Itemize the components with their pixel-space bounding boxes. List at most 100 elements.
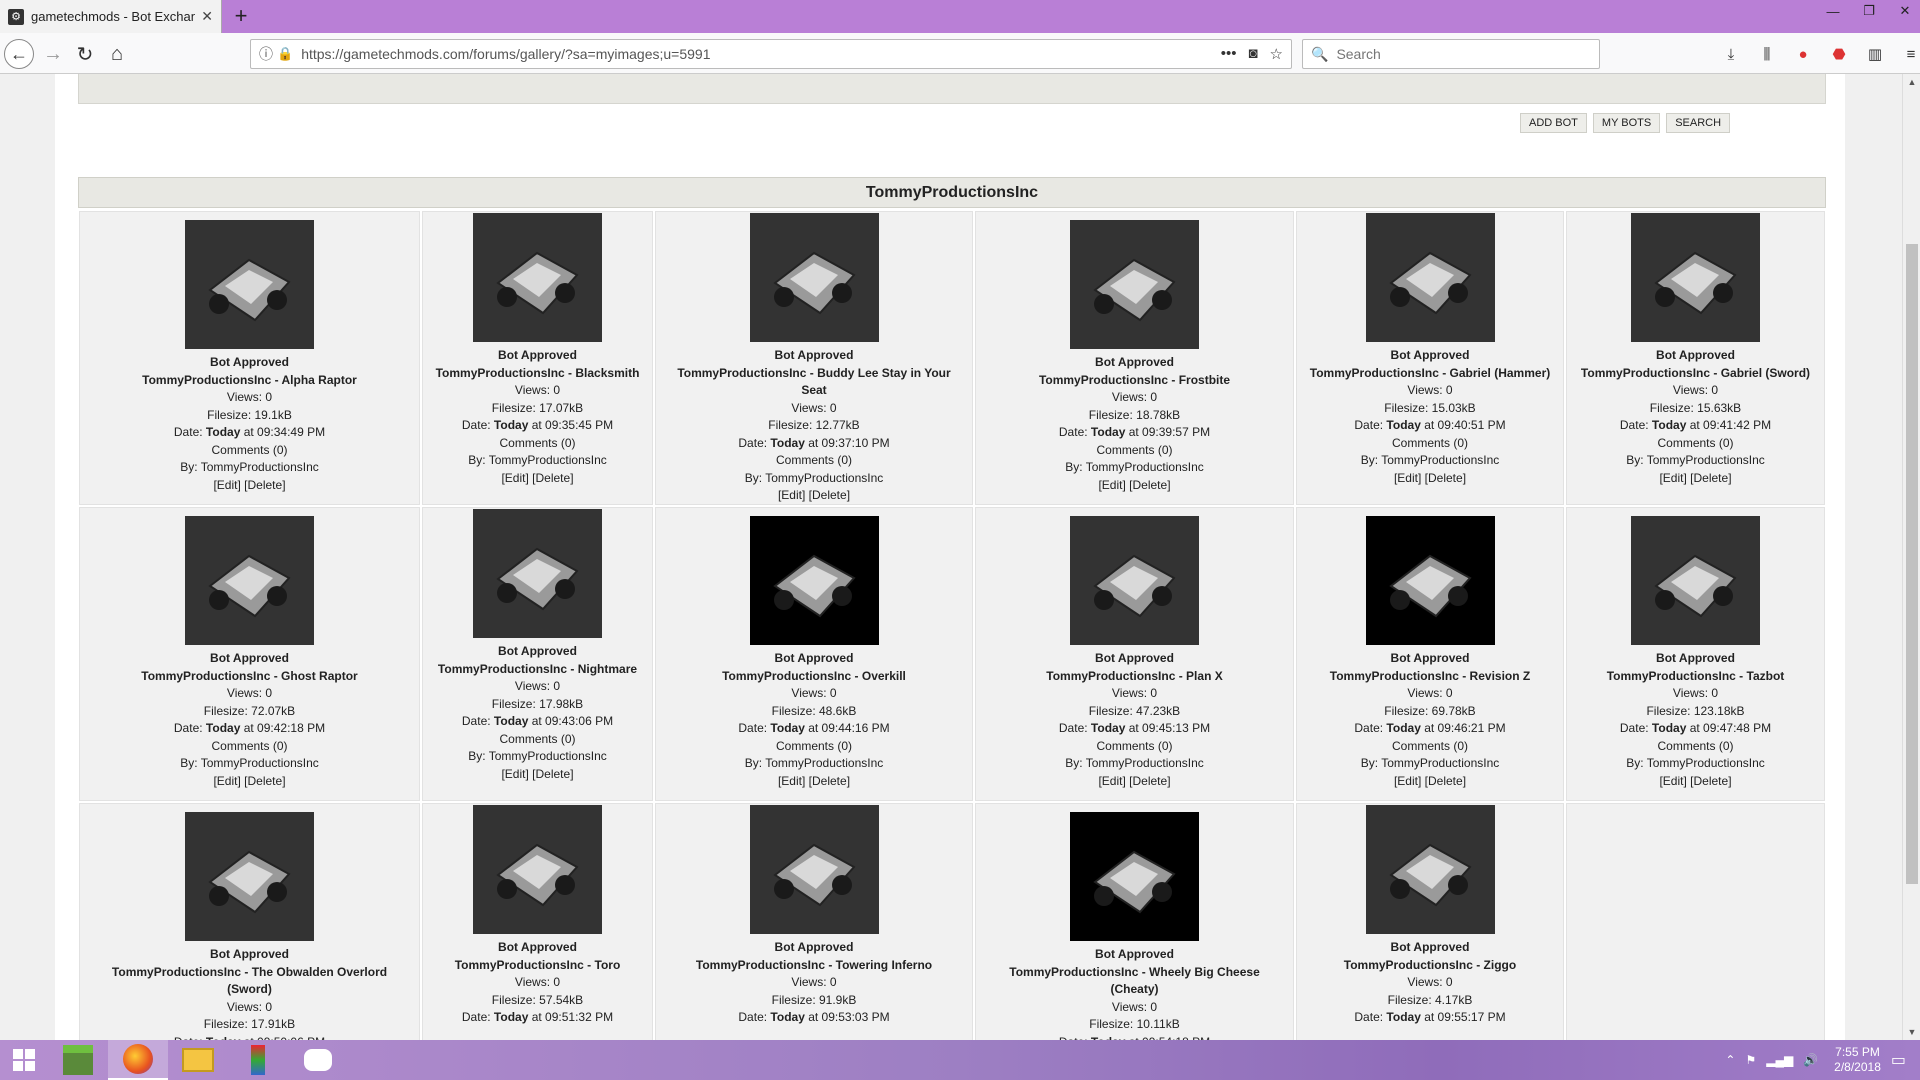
tray-flag-icon[interactable]: ⚑ [1745,1053,1756,1067]
taskbar-clock[interactable]: 7:55 PM 2/8/2018 [1834,1045,1881,1075]
bot-thumbnail-image[interactable] [473,213,602,342]
uploader[interactable]: By: TommyProductionsInc [1566,755,1825,773]
scrollbar-thumb[interactable] [1906,244,1918,884]
bot-thumbnail-image[interactable] [185,812,314,941]
close-tab-icon[interactable]: ✕ [201,8,213,25]
uploader[interactable]: By: TommyProductionsInc [655,755,973,773]
comments-link[interactable]: Comments (0) [655,452,973,470]
firefox-taskbar-icon[interactable] [108,1040,168,1080]
delete-link[interactable]: [Delete] [1425,774,1466,788]
uploader[interactable]: By: TommyProductionsInc [1296,452,1564,470]
delete-link[interactable]: [Delete] [532,471,573,485]
bot-thumbnail-image[interactable] [473,805,602,934]
minecraft-taskbar-icon[interactable] [48,1040,108,1080]
search-bar[interactable]: 🔍 [1302,39,1600,69]
bot-title-link[interactable]: TommyProductionsInc - Gabriel (Hammer) [1296,365,1564,383]
uploader[interactable]: By: TommyProductionsInc [79,755,420,773]
bot-thumbnail-image[interactable] [1631,213,1760,342]
extension-m-icon[interactable]: ● [1790,46,1816,63]
delete-link[interactable]: [Delete] [1129,478,1170,492]
search-button[interactable]: SEARCH [1666,113,1731,133]
comments-link[interactable]: Comments (0) [655,738,973,756]
edit-link[interactable]: [Edit] [778,488,805,502]
bot-thumbnail-image[interactable] [185,516,314,645]
edit-link[interactable]: [Edit] [1659,774,1686,788]
bot-thumbnail-image[interactable] [749,213,879,342]
forward-button[interactable]: → [38,39,68,69]
bot-thumbnail-image[interactable] [1631,516,1760,645]
page-scrollbar[interactable]: ▲ ▼ [1902,74,1920,1040]
bot-title-link[interactable]: TommyProductionsInc - Plan X [975,668,1294,686]
bot-thumbnail-image[interactable] [749,516,879,645]
bot-title-link[interactable]: TommyProductionsInc - Wheely Big Cheese … [975,964,1294,999]
add-bot-button[interactable]: ADD BOT [1520,113,1587,133]
notifications-icon[interactable]: ▭ [1891,1050,1906,1070]
comments-link[interactable]: Comments (0) [79,738,420,756]
menu-icon[interactable]: ≡ [1898,46,1920,63]
close-window-button[interactable]: ✕ [1882,0,1920,22]
bot-thumbnail-image[interactable] [473,509,602,638]
url-text[interactable]: https://gametechmods.com/forums/gallery/… [301,46,1221,62]
comments-link[interactable]: Comments (0) [79,442,420,460]
delete-link[interactable]: [Delete] [244,774,285,788]
bot-title-link[interactable]: TommyProductionsInc - Tazbot [1566,668,1825,686]
bot-title-link[interactable]: TommyProductionsInc - Overkill [655,668,973,686]
bot-title-link[interactable]: TommyProductionsInc - Gabriel (Sword) [1566,365,1825,383]
edit-link[interactable]: [Edit] [1098,774,1125,788]
uploader[interactable]: By: TommyProductionsInc [1566,452,1825,470]
bot-title-link[interactable]: TommyProductionsInc - Ghost Raptor [79,668,420,686]
bot-title-link[interactable]: TommyProductionsInc - Revision Z [1296,668,1564,686]
delete-link[interactable]: [Delete] [809,488,850,502]
url-bar[interactable]: ⓘ 🔒 https://gametechmods.com/forums/gall… [250,39,1292,69]
bot-thumbnail-image[interactable] [1365,516,1495,645]
comments-link[interactable]: Comments (0) [975,738,1294,756]
uploader[interactable]: By: TommyProductionsInc [79,459,420,477]
comments-link[interactable]: Comments (0) [422,731,653,749]
bot-title-link[interactable]: TommyProductionsInc - Alpha Raptor [79,372,420,390]
delete-link[interactable]: [Delete] [1690,471,1731,485]
reload-button[interactable]: ↻ [70,39,100,69]
pocket-icon[interactable]: ◙ [1248,45,1257,63]
page-actions-icon[interactable]: ••• [1221,45,1237,63]
bot-title-link[interactable]: TommyProductionsInc - Towering Inferno [655,957,973,975]
file-explorer-taskbar-icon[interactable] [168,1040,228,1080]
browser-tab[interactable]: ⚙ gametechmods - Bot Exchange ✕ [0,0,222,33]
uploader[interactable]: By: TommyProductionsInc [422,748,653,766]
bot-thumbnail-image[interactable] [1365,213,1495,342]
download-icon[interactable]: ⤓ [1718,46,1744,63]
bot-thumbnail-image[interactable] [1070,220,1199,349]
uploader[interactable]: By: TommyProductionsInc [1296,755,1564,773]
scroll-down-icon[interactable]: ▼ [1903,1024,1920,1040]
search-input[interactable] [1334,45,1585,63]
discord-taskbar-icon[interactable] [288,1040,348,1080]
adblock-icon[interactable]: ⬣ [1826,45,1852,63]
edit-link[interactable]: [Edit] [1394,774,1421,788]
volume-icon[interactable]: 🔊 [1803,1053,1818,1067]
edit-link[interactable]: [Edit] [778,774,805,788]
edit-link[interactable]: [Edit] [1098,478,1125,492]
library-icon[interactable]: ⫼ [1754,46,1780,63]
bot-title-link[interactable]: TommyProductionsInc - Toro [422,957,653,975]
bot-title-link[interactable]: TommyProductionsInc - Nightmare [422,661,653,679]
edit-link[interactable]: [Edit] [1394,471,1421,485]
edit-link[interactable]: [Edit] [213,478,240,492]
delete-link[interactable]: [Delete] [1129,774,1170,788]
bookmark-star-icon[interactable]: ☆ [1270,45,1283,63]
delete-link[interactable]: [Delete] [532,767,573,781]
comments-link[interactable]: Comments (0) [1566,435,1825,453]
network-icon[interactable]: ▂▄▆ [1766,1053,1793,1067]
comments-link[interactable]: Comments (0) [1296,738,1564,756]
bot-thumbnail-image[interactable] [749,805,879,934]
delete-link[interactable]: [Delete] [1690,774,1731,788]
edit-link[interactable]: [Edit] [213,774,240,788]
bot-title-link[interactable]: TommyProductionsInc - Blacksmith [422,365,653,383]
bot-title-link[interactable]: TommyProductionsInc - Ziggo [1296,957,1564,975]
edit-link[interactable]: [Edit] [1659,471,1686,485]
my-bots-button[interactable]: MY BOTS [1592,113,1661,133]
uploader[interactable]: By: TommyProductionsInc [975,459,1294,477]
bot-thumbnail-image[interactable] [1070,516,1199,645]
home-button[interactable]: ⌂ [102,39,132,69]
paint-taskbar-icon[interactable] [228,1040,288,1080]
edit-link[interactable]: [Edit] [501,471,528,485]
comments-link[interactable]: Comments (0) [975,442,1294,460]
